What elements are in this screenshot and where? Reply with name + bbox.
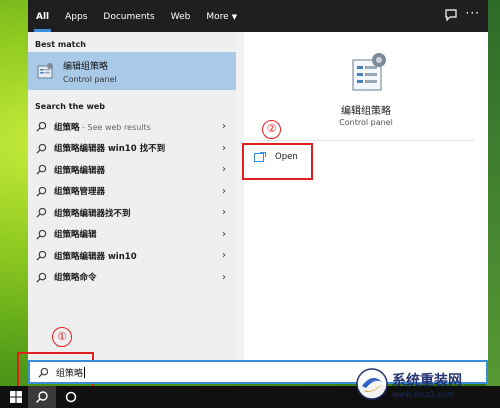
- best-match-item[interactable]: 编辑组策略 Control panel: [28, 52, 236, 90]
- web-result-text: 组策略编辑器 win10 找不到: [54, 142, 165, 154]
- web-result-text: 组策略命令: [54, 271, 97, 283]
- chevron-right-icon[interactable]: ›: [222, 250, 226, 261]
- web-result-suffix: - See web results: [79, 122, 151, 132]
- web-result-item[interactable]: 组策略编辑 ›: [28, 224, 236, 246]
- search-icon: [36, 143, 47, 154]
- web-result-query: 组策略编辑器: [54, 165, 106, 176]
- web-result-text: 组策略编辑器 win10: [54, 250, 137, 262]
- chevron-right-icon[interactable]: ›: [222, 229, 226, 240]
- web-result-item[interactable]: 组策略编辑器 ›: [28, 159, 236, 181]
- text-cursor: [84, 366, 86, 378]
- annotation-number-2: ②: [262, 120, 281, 139]
- web-result-text: 组策略管理器: [54, 185, 105, 197]
- detail-pane: 编辑组策略 Control panel Open: [244, 32, 488, 360]
- web-result-text: 组策略编辑器: [54, 164, 105, 176]
- watermark-title: 系统重装网: [392, 372, 462, 389]
- task-view-icon[interactable]: [64, 390, 78, 404]
- annotation-number-1: ①: [52, 327, 72, 347]
- feedback-icon[interactable]: [444, 8, 458, 22]
- search-icon: [35, 391, 48, 404]
- tab-more[interactable]: More ▼: [198, 2, 245, 32]
- web-result-item[interactable]: 组策略编辑器 win10 找不到 ›: [28, 138, 236, 160]
- web-result-query: 组策略编辑器找不到: [54, 208, 131, 219]
- tab-label: Apps: [65, 12, 88, 22]
- tab-web[interactable]: Web: [163, 2, 199, 32]
- chevron-right-icon[interactable]: ›: [222, 164, 226, 175]
- detail-subtitle: Control panel: [339, 118, 393, 127]
- desktop-edge: [486, 0, 500, 408]
- web-result-query: 组策略: [54, 122, 80, 133]
- search-icon: [36, 229, 47, 240]
- filter-bar: All Apps Documents Web More ▼ ···: [28, 0, 488, 32]
- taskbar-search-button[interactable]: [28, 386, 56, 408]
- chevron-down-icon: ▼: [231, 13, 238, 21]
- tab-label: All: [36, 12, 50, 22]
- group-policy-large-icon: [352, 53, 386, 91]
- web-results-header: Search the web: [35, 102, 106, 111]
- tab-all[interactable]: All: [28, 2, 57, 32]
- search-icon: [36, 208, 47, 218]
- best-match-title: 编辑组策略: [63, 61, 109, 72]
- search-icon: [36, 122, 47, 132]
- search-icon: [36, 251, 47, 261]
- best-match-subtitle: Control panel: [63, 74, 117, 84]
- chevron-right-icon[interactable]: ›: [222, 186, 226, 197]
- more-options-icon[interactable]: ···: [466, 6, 480, 20]
- tab-label: Web: [170, 12, 191, 22]
- detail-title: 编辑组策略: [341, 106, 391, 117]
- chevron-right-icon[interactable]: ›: [222, 207, 226, 218]
- windows-start-icon[interactable]: [9, 390, 23, 404]
- chevron-right-icon[interactable]: ›: [222, 272, 226, 283]
- divider: [258, 140, 474, 141]
- search-panel: All Apps Documents Web More ▼ ··· Best ma…: [28, 0, 488, 360]
- search-icon: [36, 186, 47, 197]
- web-result-item[interactable]: 组策略 - See web results ›: [28, 116, 236, 138]
- tab-documents[interactable]: Documents: [95, 2, 162, 32]
- watermark: 系统重装网 www.xtcz2.com: [356, 364, 496, 404]
- web-result-query: 组策略管理器: [54, 187, 106, 198]
- chevron-right-icon[interactable]: ›: [222, 143, 226, 154]
- results-pane: Best match 编辑组策略 Control panel Search th…: [28, 32, 236, 360]
- search-icon: [36, 272, 47, 283]
- chevron-right-icon[interactable]: ›: [222, 121, 226, 132]
- tab-label: More: [206, 12, 229, 22]
- search-icon: [38, 367, 49, 378]
- watermark-url: www.xtcz2.com: [392, 389, 455, 399]
- web-result-item[interactable]: 组策略编辑器找不到 ›: [28, 202, 236, 224]
- group-policy-icon: [37, 63, 53, 79]
- web-result-text: 组策略编辑: [54, 228, 97, 240]
- watermark-logo-icon: [356, 368, 388, 400]
- web-result-query: 组策略编辑器 win10 找不到: [54, 144, 166, 155]
- web-result-item[interactable]: 组策略管理器 ›: [28, 181, 236, 203]
- web-result-item[interactable]: 组策略编辑器 win10 ›: [28, 245, 236, 267]
- web-result-item[interactable]: 组策略命令 ›: [28, 267, 236, 289]
- best-match-header: Best match: [35, 40, 86, 49]
- annotation-box-open: [242, 143, 313, 180]
- tab-apps[interactable]: Apps: [57, 2, 95, 32]
- web-result-text: 组策略 - See web results: [54, 121, 151, 133]
- tab-label: Documents: [103, 12, 155, 22]
- web-result-query: 组策略编辑: [54, 230, 97, 241]
- web-result-text: 组策略编辑器找不到: [54, 207, 131, 219]
- search-input[interactable]: 组策略: [56, 366, 83, 379]
- web-result-query: 组策略命令: [54, 273, 97, 284]
- search-icon: [36, 165, 47, 175]
- web-result-query: 组策略编辑器 win10: [54, 251, 137, 262]
